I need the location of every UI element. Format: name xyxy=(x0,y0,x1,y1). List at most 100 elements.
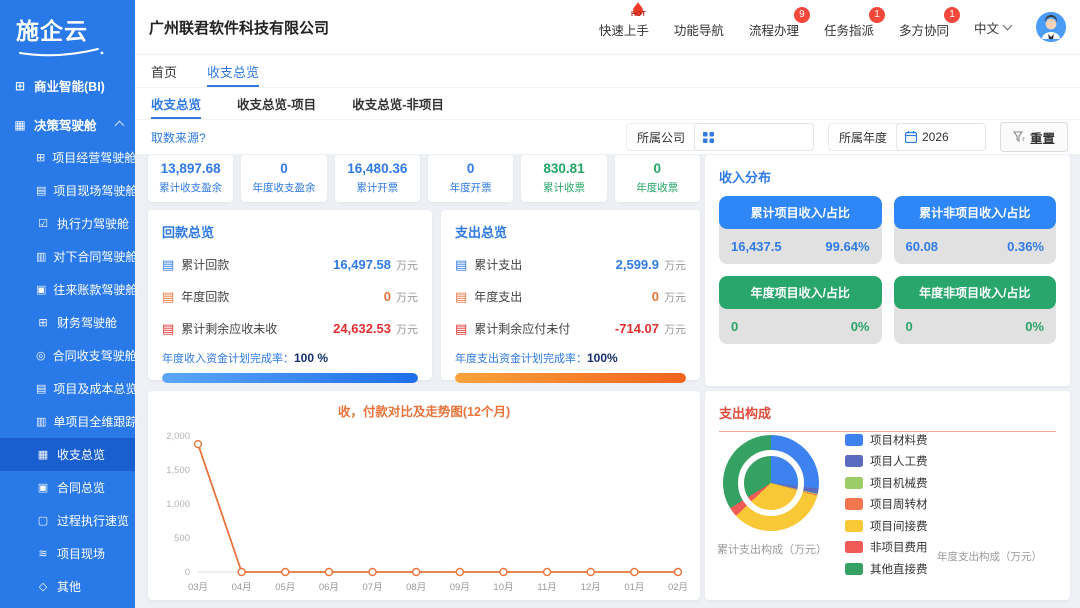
sidebar-item-project-site-cockpit[interactable]: ▤项目现场驾驶舱 xyxy=(0,174,135,207)
dashboard-icon: ⊞ xyxy=(36,151,45,164)
report-icon: ▤ xyxy=(36,382,46,395)
nav-quick-start[interactable]: HOT 快速上手 xyxy=(599,16,649,39)
sidebar-item-project-cost[interactable]: ▤项目及成本总览 xyxy=(0,372,135,405)
kpi-row: 13,897.68累计收支盈余 0年度收支盈余 16,480.36累计开票 0年… xyxy=(148,155,700,202)
pie-caption-cumulative: 累计支出构成（万元） xyxy=(707,541,837,557)
tab-income-expense-overview[interactable]: 收支总览 xyxy=(207,55,259,87)
expense-progress-bar xyxy=(455,373,686,383)
tab-home[interactable]: 首页 xyxy=(151,55,177,87)
logo-swoosh-icon xyxy=(18,47,104,57)
trend-chart-card: 收，付款对比及走势图(12个月) 05001,0001,5002,00003月0… xyxy=(148,391,700,600)
sidebar-item-single-project-tracking[interactable]: ▥单项目全维跟踪 xyxy=(0,405,135,438)
section-title: 收入分布 xyxy=(719,167,1056,186)
sidebar: 施企云 ⊞商业智能(BI) ▦决策驾驶舱 ⊞项目经营驾驶舱 ▤项目现场驾驶舱 ☑… xyxy=(0,0,135,608)
badge-count: 9 xyxy=(794,7,810,23)
sidebar-item-sub-contract[interactable]: ▥对下合同驾驶舱 xyxy=(0,240,135,273)
subtab-overview-project[interactable]: 收支总览-项目 xyxy=(237,88,316,119)
dashboard-icon: ▦ xyxy=(13,118,27,132)
stat-row: ▤累计剩余应收未收24,632.53万元 xyxy=(162,320,418,337)
year-select-input[interactable]: 2026 xyxy=(896,123,986,151)
nav-multi-party-collab[interactable]: 多方协同1 xyxy=(899,16,949,39)
user-avatar[interactable] xyxy=(1036,12,1066,42)
legend-item[interactable]: 非项目费用 xyxy=(845,537,928,559)
legend-item[interactable]: 项目材料费 xyxy=(845,429,928,451)
kpi-card: 830.81累计收票 xyxy=(521,155,606,202)
svg-text:10月: 10月 xyxy=(493,582,513,593)
nav-function-navigation[interactable]: 功能导航 xyxy=(674,16,724,39)
reset-icon xyxy=(1013,131,1025,143)
layers-icon: ≋ xyxy=(36,547,50,560)
badge-count: 1 xyxy=(869,7,885,23)
section-title: 回款总览 xyxy=(162,222,418,241)
sidebar-item-contract-income-expense[interactable]: ◎合同收支驾驶舱 xyxy=(0,339,135,372)
sidebar-item-bi[interactable]: ⊞商业智能(BI) xyxy=(0,69,135,102)
progress-label: 年度收入资金计划完成率：100 % xyxy=(162,350,418,366)
reset-button[interactable]: 重置 xyxy=(1000,122,1068,152)
stat-row: ▤累计剩余应付未付-714.07万元 xyxy=(455,320,686,337)
calendar-icon: ▢ xyxy=(36,514,50,527)
expense-pie-chart xyxy=(723,435,819,531)
sidebar-group-decision-cockpit[interactable]: ▦决策驾驶舱 xyxy=(0,108,135,141)
trend-line-chart: 05001,0001,5002,00003月04月05月06月07月08月09月… xyxy=(154,422,694,598)
app-logo-text: 施企云 xyxy=(16,18,88,44)
sidebar-item-process-quickview[interactable]: ▢过程执行速览 xyxy=(0,504,135,537)
page-tabs: 首页 收支总览 xyxy=(135,55,1080,88)
badge-count: 1 xyxy=(944,7,960,23)
sidebar-item-contract-overview[interactable]: ▣合同总览 xyxy=(0,471,135,504)
svg-text:01月: 01月 xyxy=(624,582,644,593)
company-select-input[interactable] xyxy=(694,123,814,151)
pie-legend: 项目材料费项目人工费项目机械费项目周转材项目间接费非项目费用其他直接费 xyxy=(845,429,928,580)
document-icon: ▤ xyxy=(162,257,174,273)
sidebar-item-finance[interactable]: ⊞财务驾驶舱 xyxy=(0,306,135,339)
chevron-up-icon xyxy=(115,121,125,131)
legend-label: 项目周转材 xyxy=(870,496,928,512)
expense-overview-card: 支出总览 ▤累计支出2,599.9万元 ▤年度支出0万元 ▤累计剩余应付未付-7… xyxy=(441,210,700,380)
trend-chart-title: 收，付款对比及走势图(12个月) xyxy=(148,391,700,420)
kpi-card: 0年度收票 xyxy=(615,155,700,202)
document-icon: ▥ xyxy=(36,250,46,263)
sidebar-item-project-site[interactable]: ≋项目现场 xyxy=(0,537,135,570)
legend-item[interactable]: 项目周转材 xyxy=(845,494,928,516)
section-title: 支出总览 xyxy=(455,222,686,241)
calendar-icon xyxy=(905,131,917,143)
year-value: 2026 xyxy=(922,130,949,144)
document-icon: ▤ xyxy=(455,257,467,273)
legend-item[interactable]: 项目间接费 xyxy=(845,515,928,537)
legend-item[interactable]: 项目机械费 xyxy=(845,472,928,494)
legend-item[interactable]: 项目人工费 xyxy=(845,451,928,473)
legend-label: 项目间接费 xyxy=(870,518,928,534)
legend-item[interactable]: 其他直接费 xyxy=(845,558,928,580)
grid-icon: ⊞ xyxy=(13,79,27,93)
sidebar-item-project-operation[interactable]: ⊞项目经营驾驶舱 xyxy=(0,141,135,174)
legend-chip-icon xyxy=(845,434,863,446)
income-stat-card: 年度项目收入/占比00% xyxy=(719,276,882,344)
legend-chip-icon xyxy=(845,541,863,553)
diamond-icon: ◇ xyxy=(36,580,50,593)
data-source-link[interactable]: 取数来源? xyxy=(151,129,206,146)
sidebar-item-income-expense-overview[interactable]: ▦收支总览 xyxy=(0,438,135,471)
progress-label: 年度支出资金计划完成率：100% xyxy=(455,350,686,366)
document-icon: ▤ xyxy=(162,321,174,337)
legend-chip-icon xyxy=(845,520,863,532)
chevron-down-icon xyxy=(1003,21,1013,31)
hot-icon: HOT xyxy=(625,1,651,18)
sidebar-item-other[interactable]: ◇其他 xyxy=(0,570,135,603)
income-distribution-grid: 累计项目收入/占比16,437.599.64% 累计非项目收入/占比60.080… xyxy=(719,196,1056,344)
nav-task-assignment[interactable]: 任务指派1 xyxy=(824,16,874,39)
sidebar-item-accounts[interactable]: ▣往来账款驾驶舱 xyxy=(0,273,135,306)
clipboard-icon: ▥ xyxy=(36,415,46,428)
year-filter-group: 所属年度 2026 xyxy=(828,123,986,151)
svg-text:05月: 05月 xyxy=(275,582,295,593)
subtab-overview[interactable]: 收支总览 xyxy=(151,88,201,119)
kpi-card: 13,897.68累计收支盈余 xyxy=(148,155,233,202)
legend-label: 其他直接费 xyxy=(870,561,928,577)
pie-ring-icon xyxy=(738,450,804,516)
sidebar-item-execution[interactable]: ☑执行力驾驶舱 xyxy=(0,207,135,240)
nav-process-handling[interactable]: 流程办理9 xyxy=(749,16,799,39)
stat-row: ▤年度回款0万元 xyxy=(162,288,418,305)
stat-row: ▤累计回款16,497.58万元 xyxy=(162,256,418,273)
kpi-card: 16,480.36累计开票 xyxy=(335,155,420,202)
subtab-overview-non-project[interactable]: 收支总览-非项目 xyxy=(352,88,444,119)
top-header: 广州联君软件科技有限公司 HOT 快速上手 功能导航 流程办理9 任务指派1 多… xyxy=(135,0,1080,55)
language-selector[interactable]: 中文 xyxy=(974,18,1011,37)
